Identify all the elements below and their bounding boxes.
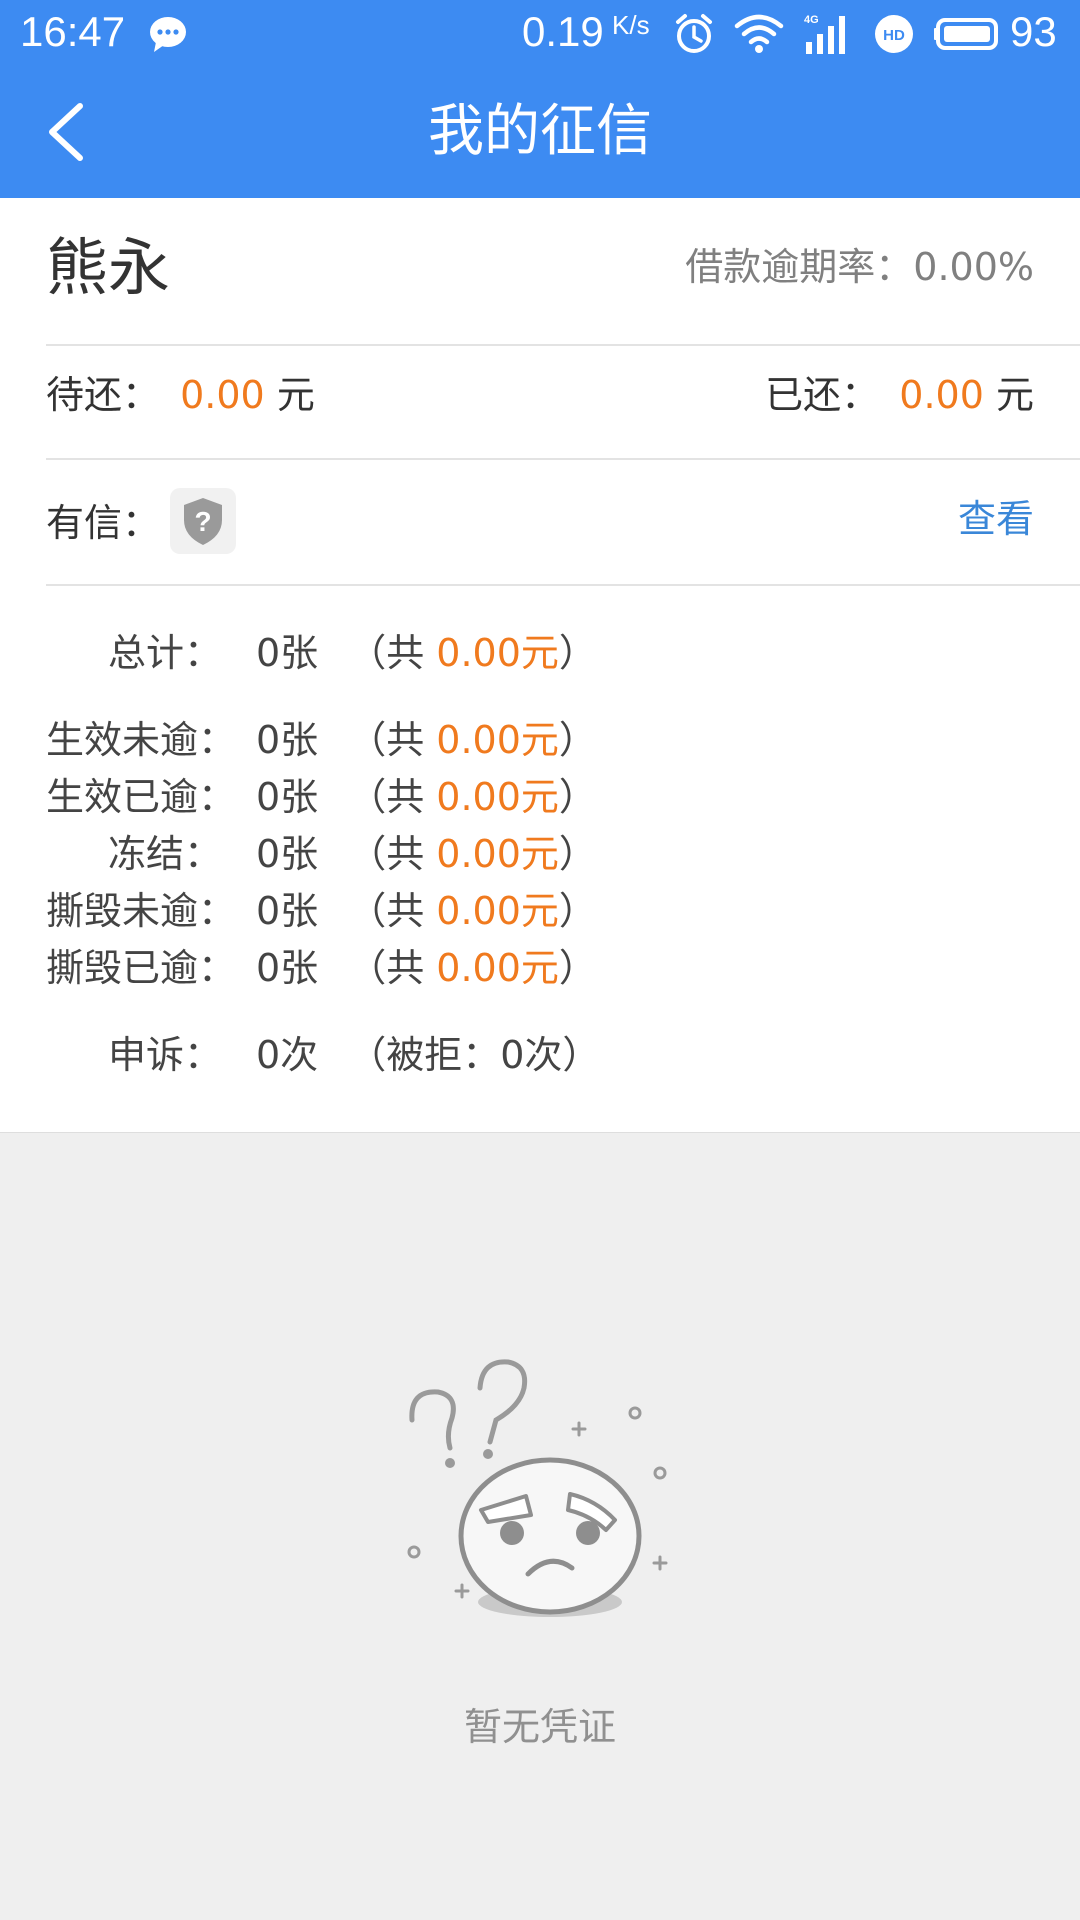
overdue-rate: 借款逾期率：0.00%: [685, 242, 1034, 292]
nav-bar: 我的征信: [0, 66, 1080, 198]
stat-row-torn-overdue: 撕毁已逾： 0张 （共 0.00元）: [46, 943, 597, 993]
hd-icon: HD: [875, 15, 913, 53]
stat-row-active-not-overdue: 生效未逾： 0张 （共 0.00元）: [46, 715, 597, 765]
pending-unit: 元: [276, 373, 315, 417]
stat-row-total: 总计： 0张 （共 0.00元）: [46, 628, 597, 678]
svg-text:4G: 4G: [804, 14, 819, 26]
user-name: 熊永: [46, 231, 171, 304]
svg-text:HD: HD: [883, 27, 905, 44]
stat-row-active-overdue: 生效已逾： 0张 （共 0.00元）: [46, 772, 597, 822]
stat-amount: 0.00元: [436, 775, 559, 819]
repaid-value: 0.00: [899, 373, 984, 417]
signal-4g-icon: 4G: [804, 14, 845, 54]
stat-prefix: （共: [348, 775, 437, 819]
stat-label: 冻结：: [107, 832, 222, 876]
divider: [46, 458, 1080, 460]
repaid-unit: 元: [995, 373, 1034, 417]
shield-question-icon: ?: [184, 498, 222, 545]
stat-total: （共 0.00元）: [348, 943, 597, 993]
stat-label: 总计：: [107, 631, 222, 675]
stat-prefix: （共: [348, 631, 437, 675]
stat-label: 生效未逾：: [46, 718, 237, 762]
pending-repayment: 待还： 0.00 元: [46, 370, 315, 420]
stat-total: （共 0.00元）: [348, 829, 597, 879]
battery-icon: [934, 18, 998, 50]
network-speed-unit: K/s: [612, 10, 650, 40]
stat-total: （共 0.00元）: [348, 772, 597, 822]
stat-label: 撕毁已逾：: [46, 946, 237, 990]
confused-face-icon: [407, 1359, 668, 1617]
stat-suffix: ）: [558, 718, 597, 762]
repaid-amount: 已还： 0.00 元: [765, 370, 1034, 420]
stat-suffix: ）: [558, 946, 597, 990]
wifi-icon: [734, 14, 784, 53]
stat-count: 0张: [256, 631, 319, 675]
divider: [46, 584, 1080, 586]
stat-suffix: ）: [558, 832, 597, 876]
stat-label: 生效已逾：: [46, 775, 237, 819]
divider: [46, 344, 1080, 346]
stat-amount: 0.00元: [436, 832, 559, 876]
stat-amount: 0.00元: [436, 631, 559, 675]
stat-row-appeal: 申诉： 0次 （被拒：0次）: [46, 1030, 600, 1080]
appeal-detail: （被拒：0次）: [348, 1033, 601, 1077]
stat-label: 撕毁未逾：: [46, 889, 237, 933]
stat-prefix: （共: [348, 889, 437, 933]
page-title: 我的征信: [428, 99, 652, 164]
pending-value: 0.00: [180, 373, 265, 417]
battery-level: 93: [1010, 8, 1057, 55]
overdue-rate-value: 0.00%: [913, 245, 1034, 289]
stat-count: 0张: [256, 775, 319, 819]
appeal-count: 0次: [256, 1033, 319, 1077]
stat-prefix: （共: [348, 946, 437, 990]
view-youxin-link[interactable]: 查看: [958, 494, 1034, 544]
svg-text:?: ?: [194, 506, 211, 537]
stat-total: （共 0.00元）: [348, 628, 597, 678]
stat-amount: 0.00元: [436, 718, 559, 762]
youxin-label: 有信：: [46, 501, 161, 545]
stat-count: 0张: [256, 718, 319, 762]
status-bar: 16:47 0.19 K/s 4G HD 93: [0, 0, 1080, 66]
stat-total: （共 0.00元）: [348, 886, 597, 936]
stat-prefix: （共: [348, 718, 437, 762]
stat-count: 0张: [256, 832, 319, 876]
empty-state-text: 暂无凭证: [463, 1705, 616, 1749]
stat-suffix: ）: [558, 631, 597, 675]
network-speed: 0.19: [522, 8, 604, 55]
stat-suffix: ）: [558, 775, 597, 819]
credit-summary-card: 熊永 借款逾期率：0.00% 待还： 0.00 元 已还： 0.00 元 有信：…: [0, 198, 1080, 1133]
stat-prefix: （共: [348, 832, 437, 876]
stat-amount: 0.00元: [436, 889, 559, 933]
stat-row-frozen: 冻结： 0张 （共 0.00元）: [46, 829, 597, 879]
alarm-icon: [676, 14, 712, 53]
stat-suffix: ）: [558, 889, 597, 933]
stat-amount: 0.00元: [436, 946, 559, 990]
stat-count: 0张: [256, 946, 319, 990]
stat-row-torn-not-overdue: 撕毁未逾： 0张 （共 0.00元）: [46, 886, 597, 936]
stat-total: （共 0.00元）: [348, 715, 597, 765]
status-time: 16:47: [20, 8, 126, 55]
appeal-label: 申诉：: [107, 1033, 222, 1077]
overdue-rate-label: 借款逾期率：: [685, 245, 914, 289]
youxin-badge: ?: [170, 488, 236, 554]
stat-count: 0张: [256, 889, 319, 933]
repaid-label: 已还：: [765, 373, 880, 417]
pending-label: 待还：: [46, 373, 161, 417]
message-icon: [150, 17, 186, 52]
